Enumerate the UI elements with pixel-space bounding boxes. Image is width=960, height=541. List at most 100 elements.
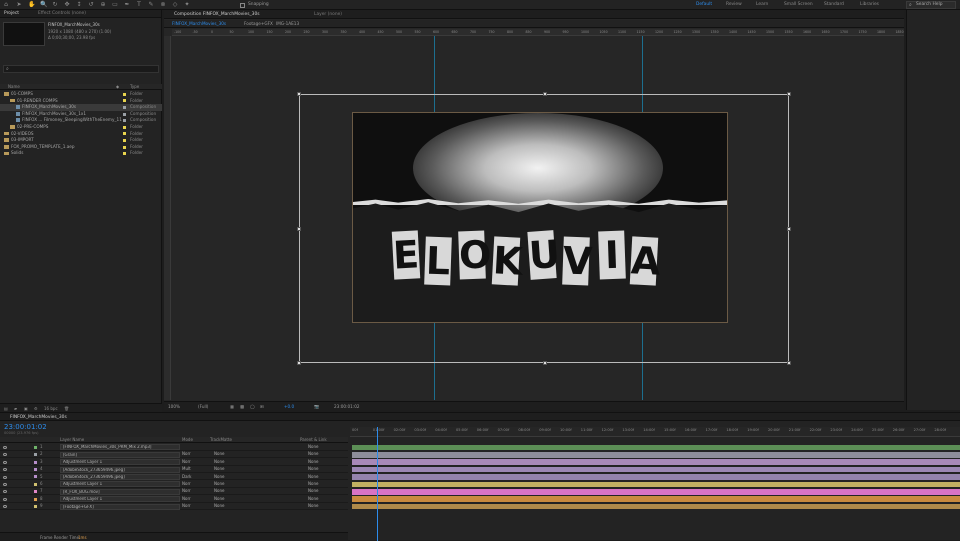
- timeline-timecode[interactable]: 23:00:01:02: [4, 423, 47, 431]
- workspace-review[interactable]: Review: [726, 2, 742, 7]
- subtab-main-comp[interactable]: FINFOX_MarchMovies_30s: [172, 21, 226, 26]
- subtab-footage-gfx[interactable]: Footage+GFX: [244, 21, 273, 26]
- composition-footer: 100% (Full) ▦ ▩ ◯ ⊞ +0.0 📷 23:00:01:02: [164, 401, 904, 410]
- transparency-grid-icon[interactable]: ▩: [240, 404, 244, 409]
- region-icon[interactable]: ▦: [230, 404, 234, 409]
- snapping-checkbox[interactable]: [240, 2, 245, 8]
- tab-timeline[interactable]: FINFOX_MarchMovies_30s: [10, 415, 67, 420]
- exposure-value[interactable]: +0.0: [284, 404, 294, 409]
- transform-handle[interactable]: [787, 92, 791, 96]
- transform-handle[interactable]: [543, 92, 547, 96]
- label-color-swatch[interactable]: [123, 152, 126, 156]
- layer-duration-bar[interactable]: [352, 459, 960, 465]
- workspace-standard[interactable]: Standard: [824, 2, 844, 7]
- col-trkmat[interactable]: TrackMatte: [210, 437, 232, 442]
- time-ruler-tick: 02:00f: [393, 428, 406, 432]
- project-search-input[interactable]: ⌕: [3, 65, 159, 73]
- selection-tool-icon[interactable]: ➤: [16, 2, 22, 8]
- label-color-swatch[interactable]: [123, 145, 126, 149]
- current-time[interactable]: 23:00:01:02: [334, 404, 360, 409]
- label-color-swatch[interactable]: [123, 132, 126, 136]
- layer-duration-bar[interactable]: [352, 444, 960, 451]
- layer-duration-bar[interactable]: [352, 466, 960, 473]
- bpc-label[interactable]: 16 bpc: [44, 406, 58, 411]
- project-item[interactable]: 01-COMPS Folder: [0, 91, 162, 98]
- col-layer-name[interactable]: Layer Name: [60, 437, 84, 442]
- orbit-tool-icon[interactable]: ↻: [52, 2, 58, 8]
- label-color-swatch[interactable]: [123, 105, 126, 109]
- workspace-default[interactable]: Default: [696, 2, 712, 7]
- puppet-tool-icon[interactable]: ✦: [184, 2, 190, 8]
- label-color-swatch[interactable]: [123, 112, 126, 116]
- project-item[interactable]: FINFOX_MarchMovies_30s Composition: [0, 104, 162, 111]
- layer-duration-bar[interactable]: [352, 489, 960, 495]
- layer-duration-bar[interactable]: [352, 452, 960, 458]
- col-mode[interactable]: Mode: [182, 437, 193, 442]
- layer-duration-bar[interactable]: [352, 481, 960, 488]
- dolly-tool-icon[interactable]: ↕: [76, 2, 82, 8]
- project-item[interactable]: Solids Folder: [0, 150, 162, 157]
- pan-tool-icon[interactable]: ✥: [64, 2, 70, 8]
- brush-tool-icon[interactable]: ✎: [148, 2, 154, 8]
- layer-duration-bar[interactable]: [352, 474, 960, 480]
- vertical-ruler: [164, 36, 171, 400]
- transform-handle[interactable]: [543, 361, 547, 365]
- transform-handle[interactable]: [787, 227, 791, 231]
- workspace-small-screen[interactable]: Small Screen: [784, 2, 813, 7]
- new-comp-icon[interactable]: ▣: [24, 406, 28, 411]
- project-item[interactable]: FOX_PROMO_TEMPLATE_1.aep Folder: [0, 144, 162, 151]
- composition-viewer[interactable]: ELOKUVIA: [172, 36, 904, 400]
- transform-handle[interactable]: [297, 227, 301, 231]
- settings-icon[interactable]: ⚙: [34, 406, 38, 411]
- project-item[interactable]: 02-PRE-COMPS Folder: [0, 124, 162, 131]
- label-color-swatch[interactable]: [123, 119, 126, 123]
- label-color-swatch[interactable]: [123, 99, 126, 103]
- project-item[interactable]: 01-RENDER COMPS Folder: [0, 98, 162, 105]
- project-item[interactable]: 03-IMPORT Folder: [0, 137, 162, 144]
- tab-composition[interactable]: Composition FINFOX_MarchMovies_30s: [174, 12, 260, 17]
- eraser-tool-icon[interactable]: ◇: [172, 2, 178, 8]
- tab-layer[interactable]: Layer (none): [314, 12, 342, 17]
- resolution-select[interactable]: (Full): [198, 404, 208, 409]
- transform-handle[interactable]: [297, 92, 301, 96]
- workspace-learn[interactable]: Learn: [756, 2, 768, 7]
- hand-tool-icon[interactable]: ✋: [28, 2, 35, 8]
- transform-handle[interactable]: [297, 361, 301, 365]
- mask-icon[interactable]: ◯: [250, 404, 255, 409]
- anchor-tool-icon[interactable]: ⊕: [100, 2, 106, 8]
- label-color-swatch[interactable]: [123, 125, 126, 129]
- view-options-icon[interactable]: ⊞: [260, 404, 264, 409]
- zoom-select[interactable]: 100%: [168, 404, 180, 409]
- pen-tool-icon[interactable]: ✒: [124, 2, 130, 8]
- col-parent[interactable]: Parent & Link: [300, 437, 327, 442]
- time-ruler[interactable]: 00f 01:00f 02:00f 03:00f 04:00f 05:00f 06:00f 0…: [350, 427, 960, 437]
- search-help-input[interactable]: ⌕ Search Help: [906, 1, 956, 9]
- col-name[interactable]: Name: [8, 84, 20, 89]
- camera-icon[interactable]: 📷: [314, 404, 319, 410]
- rectangle-tool-icon[interactable]: ▭: [112, 2, 118, 8]
- subtab-img[interactable]: IMG-1AE13: [276, 21, 299, 26]
- layer-bounding-box[interactable]: [297, 92, 791, 365]
- zoom-tool-icon[interactable]: 🔍: [40, 2, 47, 8]
- rotate-tool-icon[interactable]: ↺: [88, 2, 94, 8]
- time-ruler-tick: 13:00f: [622, 428, 635, 432]
- new-folder-icon[interactable]: ▰: [14, 406, 17, 411]
- project-item[interactable]: FINFOX_MarchMovies_30s_1x1 Composition: [0, 111, 162, 118]
- playhead[interactable]: [377, 427, 378, 541]
- layer-duration-bar[interactable]: [352, 503, 960, 510]
- layer-duration-bar[interactable]: [352, 496, 960, 502]
- tab-effect-controls[interactable]: Effect Controls (none): [38, 11, 86, 16]
- label-color-swatch[interactable]: [123, 138, 126, 142]
- interpret-footage-icon[interactable]: ▤: [4, 406, 8, 411]
- tab-project[interactable]: Project: [4, 11, 19, 16]
- clone-tool-icon[interactable]: ⊗: [160, 2, 166, 8]
- workspace-libraries[interactable]: Libraries: [860, 2, 879, 7]
- col-type[interactable]: Type: [130, 84, 139, 89]
- project-item[interactable]: FINFOX ... Filmoney_SleepingWithTheEnemy…: [0, 117, 162, 124]
- trash-icon[interactable]: 🗑: [64, 406, 69, 411]
- home-icon[interactable]: ⌂: [3, 2, 9, 8]
- type-tool-icon[interactable]: T: [136, 2, 142, 8]
- project-item[interactable]: 02-VIDEOS Folder: [0, 131, 162, 138]
- transform-handle[interactable]: [787, 361, 791, 365]
- label-color-swatch[interactable]: [123, 92, 126, 96]
